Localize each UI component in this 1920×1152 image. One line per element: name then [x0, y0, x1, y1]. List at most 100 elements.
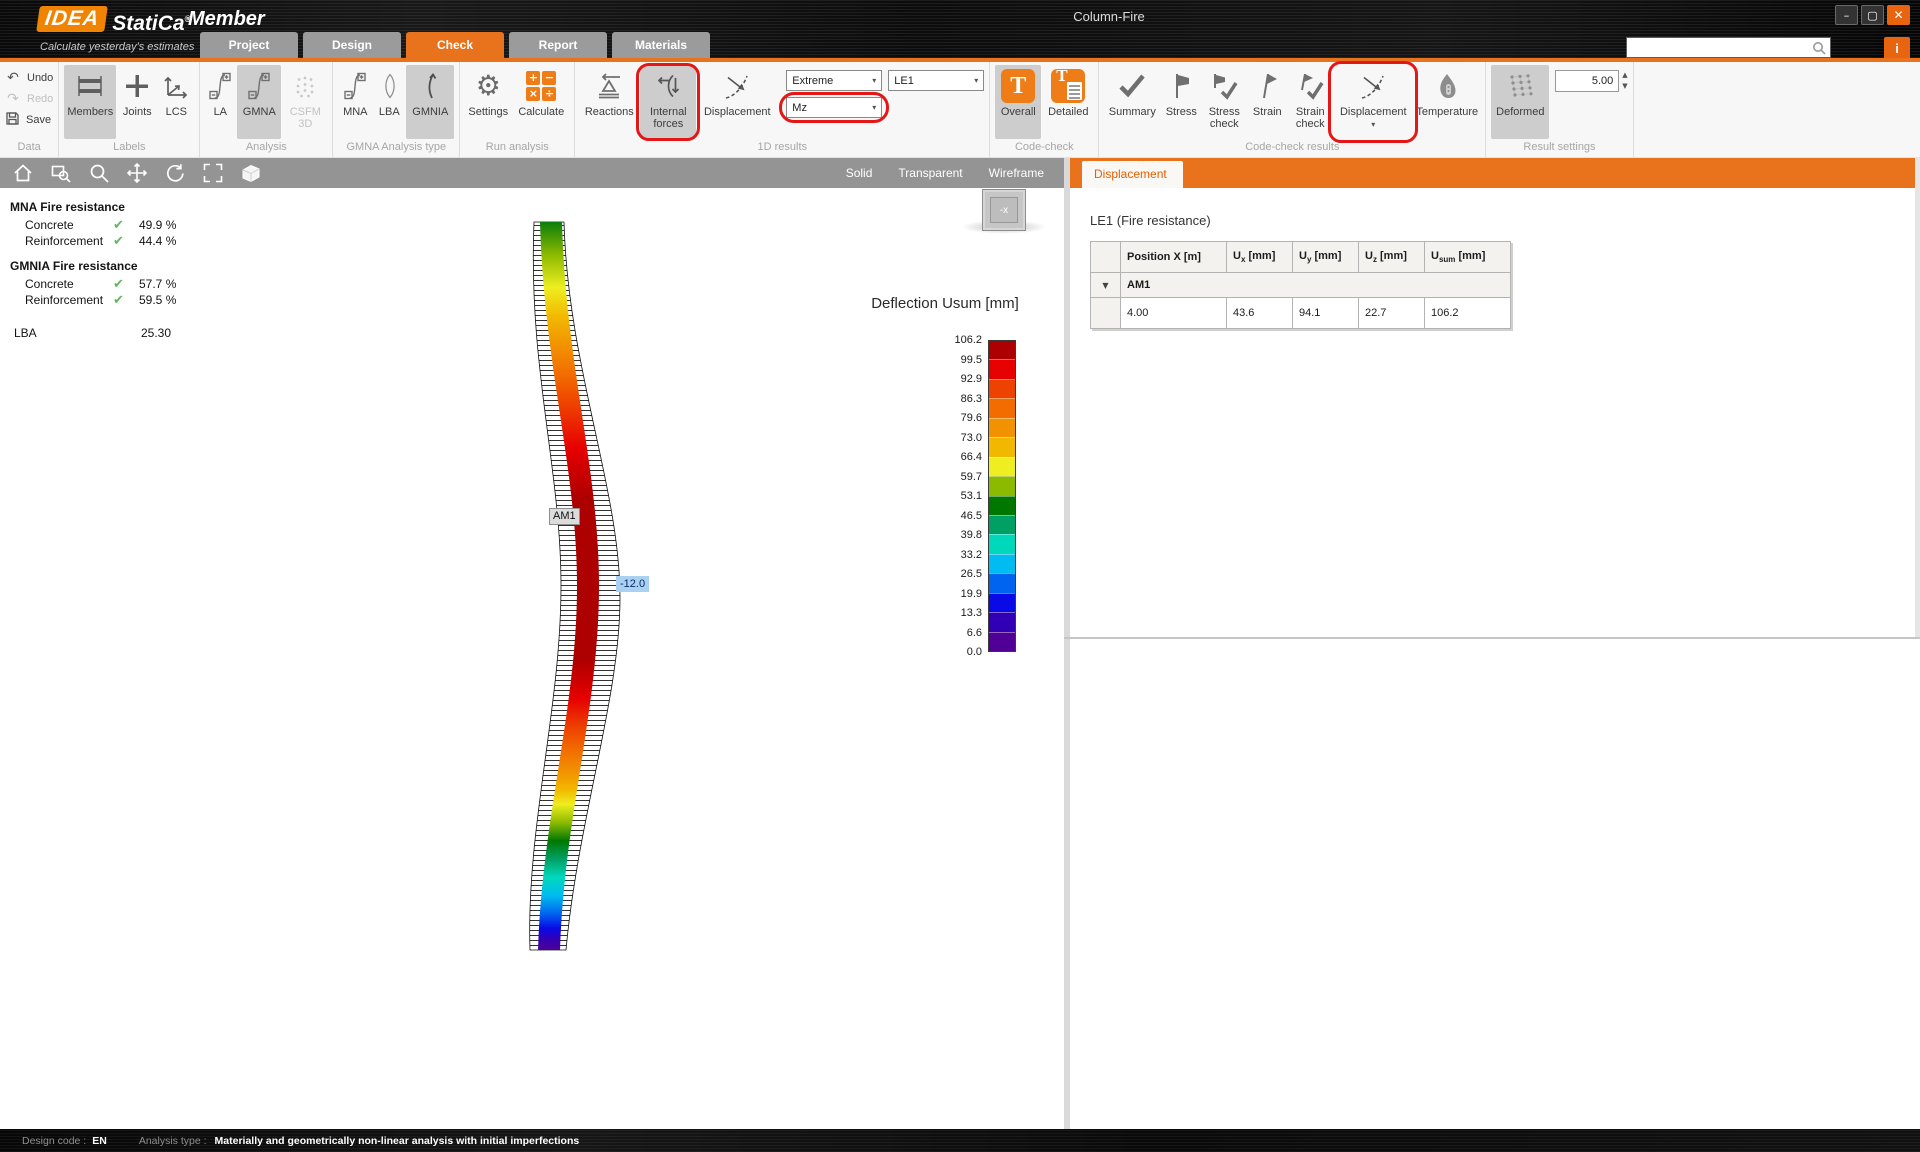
info-button[interactable]: i [1884, 37, 1910, 60]
gmnia-button[interactable]: GMNIA [406, 65, 454, 139]
legend-value: 53.1 [902, 490, 982, 502]
summary-section-title: GMNIA Fire resistance [10, 259, 250, 273]
strain-button[interactable]: Strain [1248, 65, 1286, 139]
rotate-view-icon[interactable] [164, 162, 186, 184]
displacement-check-button[interactable]: Displacement ▾ [1334, 65, 1412, 139]
view-mode-transparent[interactable]: Transparent [898, 166, 962, 180]
stress-check-button[interactable]: Stress check [1202, 65, 1246, 139]
joints-button[interactable]: Joints [118, 65, 156, 139]
la-curve-icon [206, 69, 234, 103]
fit-view-icon[interactable] [202, 162, 224, 184]
ribbon: ↶Undo ↷Redo Save Data Members Joints LCS [0, 62, 1920, 158]
panel-scroll-strip[interactable] [1915, 158, 1920, 637]
viewport-3d[interactable]: Solid Transparent Wireframe MNA Fire res… [0, 158, 1064, 1129]
cube-face-label: -x [990, 197, 1018, 223]
overall-button[interactable]: T Overall [995, 65, 1041, 139]
group-label-gmna-type: GMNA Analysis type [338, 140, 454, 157]
calculate-button[interactable]: +−×÷ Calculate [513, 65, 569, 139]
summary-button[interactable]: Summary [1104, 65, 1160, 139]
undo-icon: ↶ [5, 71, 21, 85]
reactions-icon [594, 69, 624, 103]
chevron-down-icon: ▾ [1371, 119, 1375, 131]
redo-button[interactable]: ↷Redo [5, 91, 53, 106]
members-button[interactable]: Members [64, 65, 116, 139]
stress-button[interactable]: Stress [1162, 65, 1200, 139]
strain-check-button[interactable]: Strain check [1288, 65, 1332, 139]
table-data-row[interactable]: 4.00 43.6 94.1 22.7 106.2 [1091, 298, 1511, 329]
search-input[interactable] [1627, 38, 1812, 57]
internal-forces-button[interactable]: Internal forces [640, 65, 696, 139]
viewport-toolbar: Solid Transparent Wireframe [0, 158, 1064, 188]
csfm-dots-icon [290, 69, 320, 103]
settings-button[interactable]: ⚙ Settings [465, 65, 511, 139]
check-pass-icon: ✔ [113, 293, 139, 308]
chevron-down-icon: ▾ [872, 76, 876, 85]
gmna-curve-icon [245, 69, 273, 103]
solid-box-icon[interactable] [240, 162, 262, 184]
save-button[interactable]: Save [5, 112, 51, 127]
group-label-result-settings: Result settings [1491, 140, 1627, 157]
summary-row: Reinforcement ✔ 59.5 % [10, 292, 250, 308]
tab-project[interactable]: Project [200, 32, 298, 58]
spinner-down-icon[interactable]: ▼ [1622, 83, 1627, 90]
gmna-button[interactable]: GMNA [237, 65, 281, 139]
tab-check[interactable]: Check [406, 32, 504, 58]
mna-button[interactable]: MNA [338, 65, 372, 139]
results-summary: MNA Fire resistance Concrete ✔ 49.9 % Re… [10, 200, 250, 340]
lba-button[interactable]: LBA [374, 65, 404, 139]
la-button[interactable]: LA [205, 65, 235, 139]
pan-icon[interactable] [126, 162, 148, 184]
row-selector-cell[interactable] [1091, 298, 1121, 329]
tab-displacement-results[interactable]: Displacement [1082, 161, 1183, 188]
zoom-icon[interactable] [88, 162, 110, 184]
panel-section-divider[interactable] [1064, 637, 1920, 639]
home-view-icon[interactable] [12, 162, 34, 184]
redo-icon: ↷ [5, 92, 21, 106]
undo-button[interactable]: ↶Undo [5, 70, 53, 85]
ribbon-group-run: ⚙ Settings +−×÷ Calculate Run analysis [460, 62, 575, 157]
legend-band [989, 476, 1015, 495]
legend-value: 73.0 [902, 432, 982, 444]
reactions-button[interactable]: Reactions [580, 65, 638, 139]
summary-row: Concrete ✔ 57.7 % [10, 276, 250, 292]
maximize-button[interactable]: ▢ [1861, 5, 1884, 25]
detailed-button[interactable]: T Detailed [1043, 65, 1093, 139]
temperature-button[interactable]: Temperature [1414, 65, 1480, 139]
tab-design[interactable]: Design [303, 32, 401, 58]
legend-band [989, 593, 1015, 612]
table-group-row[interactable]: ▼ AM1 [1091, 273, 1511, 298]
minimize-button[interactable]: – [1835, 5, 1858, 25]
cell-uy: 94.1 [1293, 298, 1359, 329]
members-icon [76, 69, 104, 103]
load-case-dropdown[interactable]: LE1▾ [888, 70, 984, 91]
close-button[interactable]: ✕ [1887, 5, 1910, 25]
zoom-window-icon[interactable] [50, 162, 72, 184]
extreme-dropdown[interactable]: Extreme▾ [786, 70, 882, 91]
header-uz: Uz [mm] [1359, 242, 1425, 273]
tab-materials[interactable]: Materials [612, 32, 710, 58]
lcs-button[interactable]: LCS [158, 65, 194, 139]
deformed-scale-spinner: 5.00 ▲ ▼ [1555, 70, 1627, 92]
tab-report[interactable]: Report [509, 32, 607, 58]
design-code-label: Design code : [22, 1135, 86, 1147]
idea-logo: IDEA [36, 6, 108, 32]
view-mode-wireframe[interactable]: Wireframe [989, 166, 1044, 180]
csfm-3d-button[interactable]: CSFM 3D [283, 65, 327, 139]
flame-icon [1434, 69, 1460, 103]
spinner-up-icon[interactable]: ▲ [1622, 72, 1627, 79]
component-dropdown[interactable]: Mz▾ [786, 97, 882, 118]
expander-icon[interactable]: ▼ [1091, 273, 1121, 298]
mna-curve-icon [341, 69, 369, 103]
legend-band [989, 632, 1015, 651]
group-label-run: Run analysis [465, 140, 569, 157]
displacement-1d-button[interactable]: Displacement [698, 65, 776, 139]
scale-value-input[interactable]: 5.00 [1555, 70, 1619, 92]
deformed-button[interactable]: Deformed [1491, 65, 1549, 139]
navigation-cube[interactable]: -x [973, 189, 1035, 237]
legend-value: 106.2 [902, 334, 982, 346]
header-ux: Ux [mm] [1227, 242, 1293, 273]
view-mode-solid[interactable]: Solid [846, 166, 873, 180]
lba-lens-icon [376, 69, 402, 103]
load-case-subtitle: LE1 (Fire resistance) [1090, 213, 1920, 228]
legend-value: 86.3 [902, 393, 982, 405]
